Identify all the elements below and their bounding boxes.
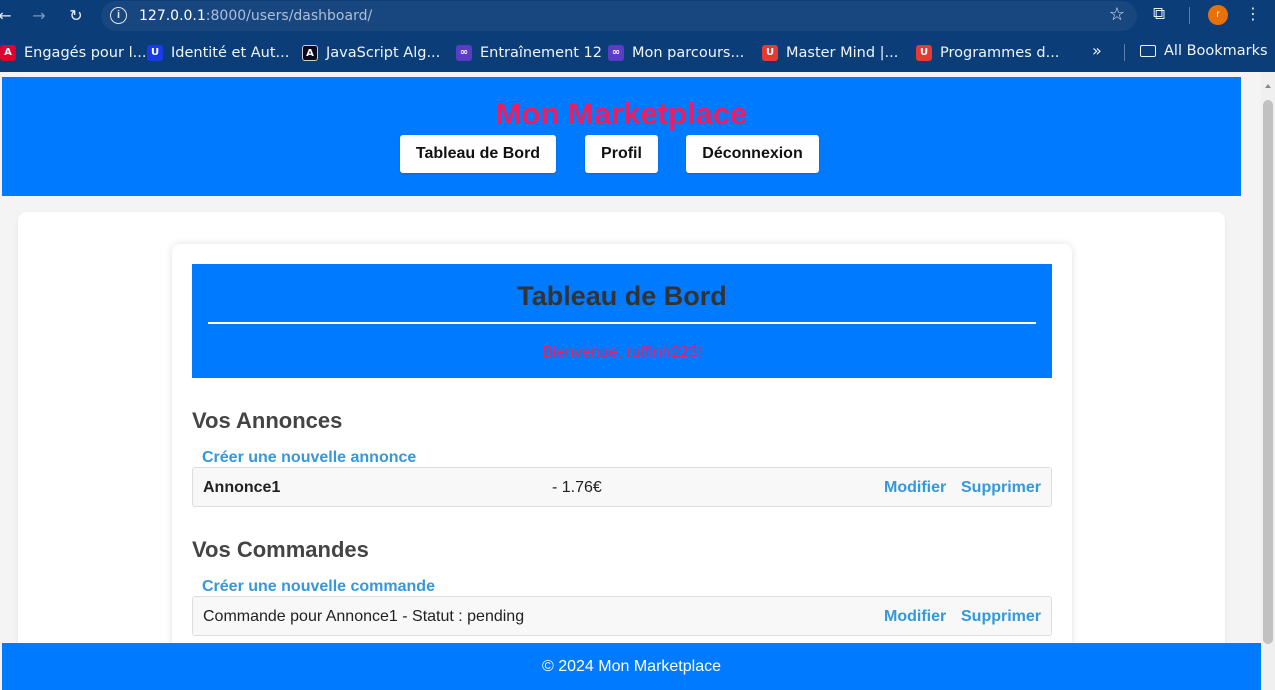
udemy-icon: U <box>916 45 932 61</box>
profile-avatar[interactable]: r <box>1208 5 1228 25</box>
bookmark-2[interactable]: U Identité et Aut... <box>147 43 289 63</box>
bookmark-3[interactable]: A JavaScript Alg... <box>302 43 440 63</box>
bookmark-5[interactable]: ∞ Mon parcours... <box>608 43 744 63</box>
bookmark-star-icon[interactable]: ☆ <box>1109 4 1125 25</box>
course-icon: ∞ <box>608 45 624 61</box>
commande-row: Commande pour Annonce1 - Statut : pendin… <box>192 596 1052 636</box>
toolbar-divider <box>1189 7 1190 24</box>
scroll-up-icon[interactable] <box>1265 84 1271 88</box>
create-annonce-link[interactable]: Créer une nouvelle annonce <box>202 449 416 467</box>
url-text[interactable]: 127.0.0.1:8000/users/dashboard/ <box>139 8 372 24</box>
annonces-heading: Vos Annonces <box>192 408 343 433</box>
angular-icon: A <box>0 45 16 61</box>
browser-toolbar: ← → ↻ i 127.0.0.1:8000/users/dashboard/ … <box>0 0 1275 32</box>
bookmark-1[interactable]: A Engagés pour l... <box>0 43 146 63</box>
welcome-message: Bienvenue, ruffinh223! <box>542 344 702 361</box>
dashboard-title: Tableau de Bord <box>517 281 727 311</box>
bookmark-6[interactable]: U Master Mind |... <box>762 43 898 63</box>
delete-annonce-link[interactable]: Supprimer <box>961 479 1041 497</box>
header-divider <box>208 322 1036 324</box>
scrollbar[interactable] <box>1261 72 1275 690</box>
site-title: Mon Marketplace <box>495 96 748 131</box>
freecodecamp-icon: A <box>302 45 318 61</box>
address-bar[interactable]: i 127.0.0.1:8000/users/dashboard/ ☆ <box>101 1 1137 31</box>
reload-icon[interactable]: ↻ <box>65 5 87 27</box>
page-viewport: Mon Marketplace Tableau de Bord Profil D… <box>0 72 1275 690</box>
forward-icon[interactable]: → <box>28 5 50 27</box>
dashboard-header: Tableau de Bord Bienvenue, ruffinh223! <box>192 264 1052 378</box>
bookmarks-divider <box>1124 44 1125 61</box>
site-footer: © 2024 Mon Marketplace <box>2 643 1261 690</box>
site-info-icon[interactable]: i <box>110 7 127 24</box>
nav-profile[interactable]: Profil <box>585 135 658 173</box>
bookmark-7[interactable]: U Programmes d... <box>916 43 1059 63</box>
create-commande-link[interactable]: Créer une nouvelle commande <box>202 578 435 596</box>
scroll-thumb[interactable] <box>1263 100 1273 644</box>
bookmark-4[interactable]: ∞ Entraînement 12 <box>456 43 602 63</box>
annonce-name: Annonce1 <box>203 479 281 496</box>
back-icon[interactable]: ← <box>0 5 16 27</box>
edit-annonce-link[interactable]: Modifier <box>884 479 946 497</box>
delete-commande-link[interactable]: Supprimer <box>961 608 1041 626</box>
annonce-row: Annonce1 - 1.76€ Modifier Supprimer <box>192 467 1052 507</box>
all-bookmarks-button[interactable]: All Bookmarks <box>1140 43 1268 59</box>
more-bookmarks-icon[interactable]: » <box>1092 41 1102 60</box>
commande-text: Commande pour Annonce1 - Statut : pendin… <box>203 608 525 625</box>
menu-kebab-icon[interactable]: ⋮ <box>1245 4 1261 23</box>
folder-icon <box>1140 45 1156 57</box>
nav-logout[interactable]: Déconnexion <box>686 135 819 173</box>
dashboard-card: Tableau de Bord Bienvenue, ruffinh223! V… <box>172 244 1072 690</box>
course-icon: ∞ <box>456 45 472 61</box>
site-header: Mon Marketplace Tableau de Bord Profil D… <box>2 77 1241 196</box>
annonce-price: - 1.76€ <box>552 479 602 496</box>
edit-commande-link[interactable]: Modifier <box>884 608 946 626</box>
extensions-icon[interactable]: ⧉ <box>1153 4 1165 24</box>
main-container: Tableau de Bord Bienvenue, ruffinh223! V… <box>18 212 1225 690</box>
commandes-heading: Vos Commandes <box>192 537 369 562</box>
nav-dashboard[interactable]: Tableau de Bord <box>400 135 556 173</box>
udacity-icon: U <box>147 45 163 61</box>
udemy-icon: U <box>762 45 778 61</box>
